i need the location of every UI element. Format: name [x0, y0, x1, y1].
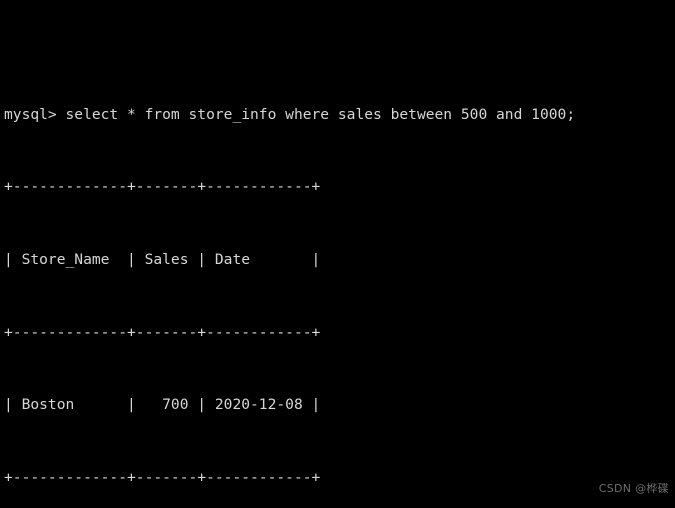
- table-header-row: | Store_Name | Sales | Date |: [4, 251, 321, 269]
- table-header-separator: +-------------+-------+------------+: [4, 323, 321, 341]
- command-line: mysql> select * from store_info where sa…: [4, 105, 576, 123]
- table-row: | Boston | 700 | 2020-12-08 |: [4, 396, 321, 414]
- table-top-border: +-------------+-------+------------+: [4, 178, 321, 196]
- table-bottom-border: +-------------+-------+------------+: [4, 468, 321, 486]
- terminal-output[interactable]: mysql> select * from store_info where sa…: [0, 0, 675, 508]
